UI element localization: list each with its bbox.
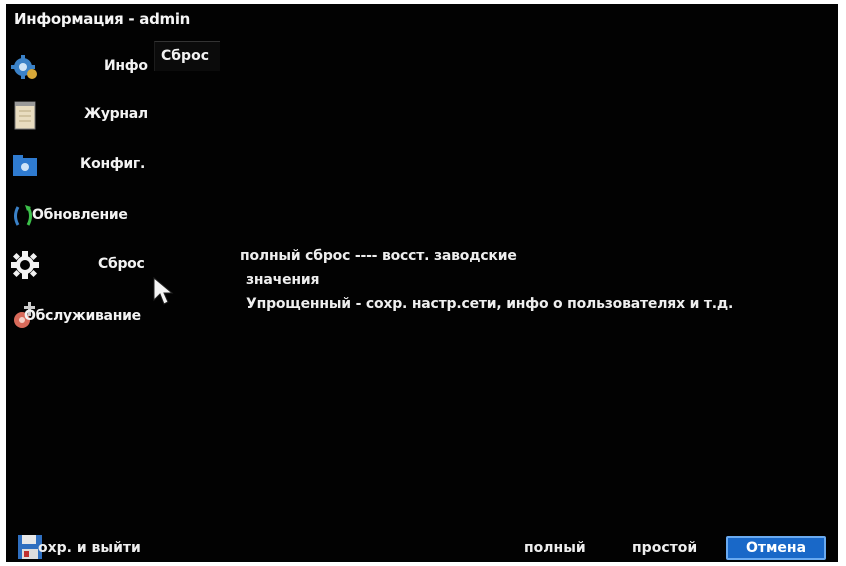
save-exit-label: охр. и выйти: [38, 540, 141, 556]
sidebar-item-label: Обновление: [32, 207, 128, 223]
config-folder-icon: [13, 155, 37, 176]
sidebar-item-info[interactable]: Инфо: [8, 48, 158, 88]
tab-reset[interactable]: Сброс: [154, 41, 220, 71]
full-reset-button[interactable]: полный: [524, 540, 586, 556]
sidebar-item-log[interactable]: Журнал: [8, 96, 158, 136]
simple-reset-button[interactable]: простой: [632, 540, 697, 556]
mouse-cursor-icon: [153, 276, 174, 305]
sidebar-item-maintenance[interactable]: Обслуживание: [8, 296, 158, 336]
cancel-button[interactable]: Отмена: [726, 536, 826, 560]
description-line-full: полный сброс ---- восст. заводские: [240, 248, 517, 264]
window-title: Информация - admin: [14, 10, 191, 28]
dvr-screen: Информация - admin Сброс Инфо Журнал Кон…: [6, 4, 838, 562]
description-line-values: значения: [246, 272, 320, 288]
sidebar-item-label: Журнал: [84, 106, 148, 122]
info-gear-icon: [11, 55, 37, 79]
sidebar-item-label: Сброс: [98, 256, 145, 272]
sidebar-item-label: Обслуживание: [24, 308, 141, 324]
log-document-icon: [14, 101, 36, 130]
sidebar-item-config[interactable]: Конфиг.: [8, 146, 158, 186]
sidebar-item-update[interactable]: Обновление: [8, 197, 158, 237]
sidebar-item-reset[interactable]: Сброс: [8, 246, 158, 286]
sidebar-item-label: Инфо: [104, 58, 148, 74]
description-line-simple: Упрощенный - сохр. настр.сети, инфо о по…: [246, 296, 734, 312]
reset-gear-icon: [11, 251, 39, 279]
sidebar-item-label: Конфиг.: [80, 156, 145, 172]
